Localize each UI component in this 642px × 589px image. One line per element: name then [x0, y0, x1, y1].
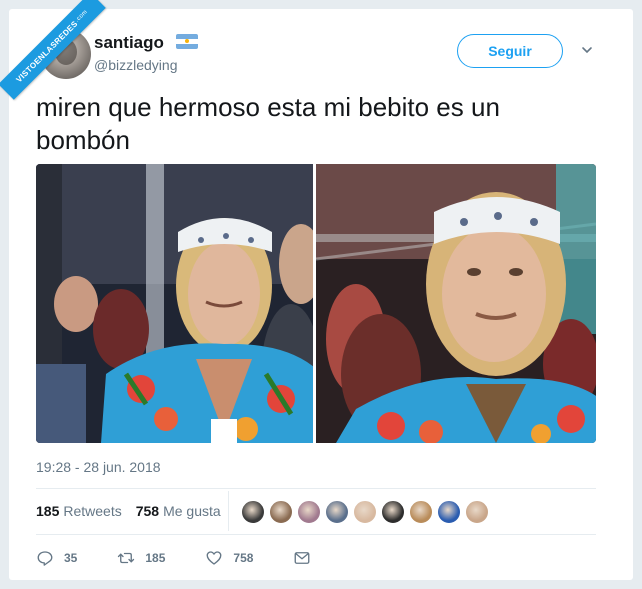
liker-avatar[interactable] [437, 500, 461, 524]
liker-avatar[interactable] [353, 500, 377, 524]
user-handle[interactable]: @bizzledying [94, 57, 177, 73]
liker-avatar[interactable] [269, 500, 293, 524]
retweet-count: 185 [145, 551, 166, 565]
divider [36, 534, 596, 535]
watermark-suffix: .com [74, 9, 89, 24]
tweet-text: miren que hermoso esta mi bebito es un b… [36, 92, 500, 155]
divider [36, 488, 596, 489]
liker-avatar[interactable] [241, 500, 265, 524]
retweet-icon [118, 552, 135, 564]
tweet-photo-left[interactable] [36, 164, 313, 443]
likes-stat[interactable]: 758 Me gusta [136, 503, 221, 519]
tweet-actions: 35 185 758 [36, 549, 361, 567]
retweet-button[interactable]: 185 [117, 549, 165, 567]
likers-avatars [241, 500, 489, 524]
liker-avatar[interactable] [381, 500, 405, 524]
liker-avatar[interactable] [465, 500, 489, 524]
argentina-flag-icon [176, 34, 198, 49]
tweet-timestamp[interactable]: 19:28 - 28 jun. 2018 [36, 459, 161, 475]
liker-avatar[interactable] [409, 500, 433, 524]
heart-icon [206, 551, 222, 565]
stats-separator [228, 491, 229, 531]
reply-count: 35 [64, 551, 78, 565]
chevron-down-icon[interactable] [580, 43, 594, 57]
envelope-icon [294, 552, 310, 564]
reply-icon [37, 551, 53, 566]
liker-avatar[interactable] [297, 500, 321, 524]
reply-button[interactable]: 35 [36, 549, 77, 567]
tweet-card: VISTOENLASREDES .com santiago @bizzledyin… [0, 0, 633, 580]
tweet-photo-right[interactable] [316, 164, 596, 443]
user-name[interactable]: santiago [94, 33, 164, 53]
message-button[interactable] [293, 549, 321, 567]
liker-avatar[interactable] [325, 500, 349, 524]
tweet-stats: 185 Retweets 758 Me gusta [36, 503, 221, 519]
like-count: 758 [233, 551, 254, 565]
retweets-stat[interactable]: 185 Retweets [36, 503, 122, 519]
follow-button[interactable]: Seguir [457, 34, 563, 68]
like-button[interactable]: 758 [205, 549, 253, 567]
